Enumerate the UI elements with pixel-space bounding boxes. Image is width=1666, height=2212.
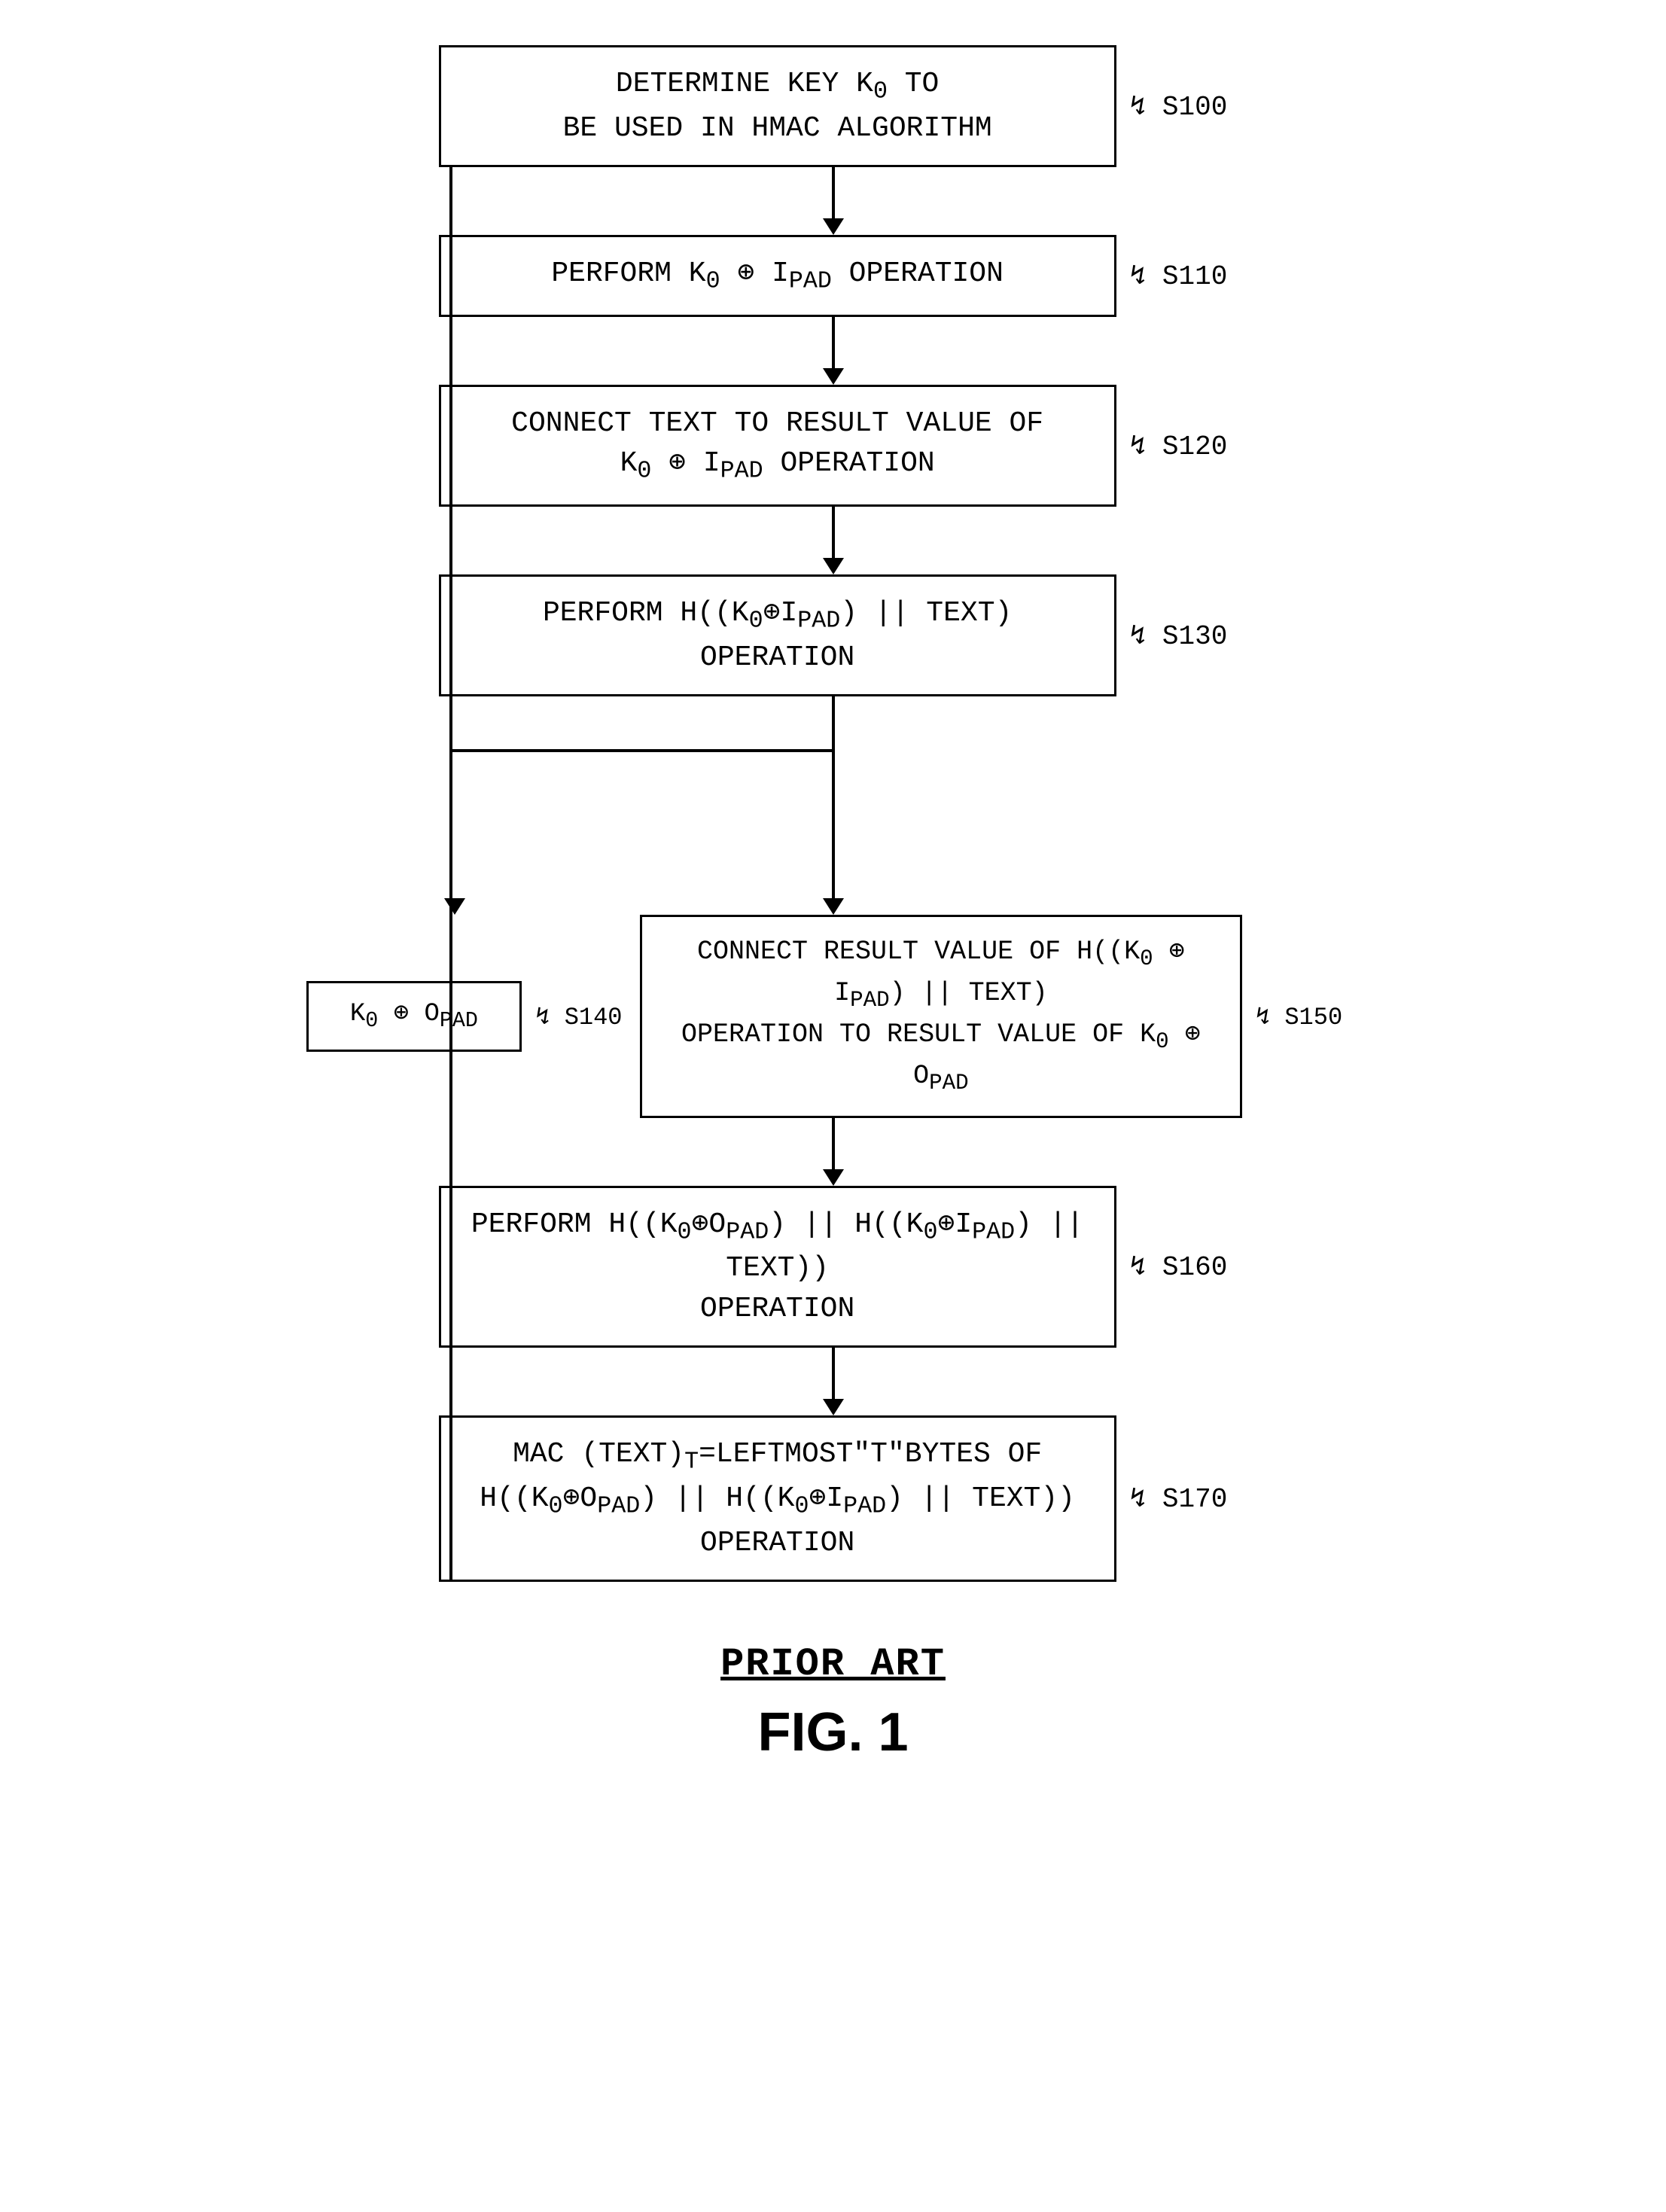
arrow-s160-s170 xyxy=(832,1348,835,1400)
s130-row: PERFORM H((K0⊕IPAD) || TEXT)OPERATION ↯ … xyxy=(306,574,1360,696)
s150-box: CONNECT RESULT VALUE OF H((K0 ⊕ IPAD) ||… xyxy=(640,915,1242,1117)
arrow-right-head xyxy=(823,898,844,915)
s170-label: ↯ S170 xyxy=(1130,1482,1228,1515)
s160-label: ↯ S160 xyxy=(1130,1251,1228,1283)
s140-label: ↯ S140 xyxy=(535,1001,622,1031)
s140-box: K0 ⊕ OPAD xyxy=(306,981,522,1051)
left-vert-to-s140 xyxy=(449,749,452,900)
caption-figure: FIG. 1 xyxy=(757,1702,908,1763)
s170-row: MAC (TEXT)T=LEFTMOST"T"BYTES OFH((K0⊕OPA… xyxy=(306,1415,1360,1582)
s140-text: K0 ⊕ OPAD xyxy=(350,1000,478,1028)
s130-text: PERFORM H((K0⊕IPAD) || TEXT)OPERATION xyxy=(543,597,1012,674)
arrow-s120-s130 xyxy=(832,507,835,559)
s110-text: PERFORM K0 ⊕ IPAD OPERATION xyxy=(551,257,1004,290)
s160-box: PERFORM H((K0⊕OPAD) || H((K0⊕IPAD) || TE… xyxy=(439,1186,1116,1348)
s150-text: CONNECT RESULT VALUE OF H((K0 ⊕ IPAD) ||… xyxy=(681,937,1201,1090)
s100-label: ↯ S100 xyxy=(1130,90,1228,123)
s100-row: DETERMINE KEY K0 TOBE USED IN HMAC ALGOR… xyxy=(306,45,1360,167)
s110-box: PERFORM K0 ⊕ IPAD OPERATION xyxy=(439,235,1116,317)
s170-box: MAC (TEXT)T=LEFTMOST"T"BYTES OFH((K0⊕OPA… xyxy=(439,1415,1116,1582)
s100-box: DETERMINE KEY K0 TOBE USED IN HMAC ALGOR… xyxy=(439,45,1116,167)
s110-label: ↯ S110 xyxy=(1130,260,1228,292)
s110-row: PERFORM K0 ⊕ IPAD OPERATION ↯ S110 xyxy=(306,235,1360,317)
s150-area: CONNECT RESULT VALUE OF H((K0 ⊕ IPAD) ||… xyxy=(623,915,1360,1117)
caption-area: PRIOR ART FIG. 1 xyxy=(720,1642,946,1763)
caption-subtitle: PRIOR ART xyxy=(720,1642,946,1686)
s130-label: ↯ S130 xyxy=(1130,620,1228,652)
s130-box: PERFORM H((K0⊕IPAD) || TEXT)OPERATION xyxy=(439,574,1116,696)
s120-label: ↯ S120 xyxy=(1130,430,1228,462)
s140-area: K0 ⊕ OPAD ↯ S140 xyxy=(306,981,623,1051)
s160-row: PERFORM H((K0⊕OPAD) || H((K0⊕IPAD) || TE… xyxy=(306,1186,1360,1348)
s120-row: CONNECT TEXT TO RESULT VALUE OFK0 ⊕ IPAD… xyxy=(306,385,1360,507)
arrow-s130-split xyxy=(832,696,835,749)
arrow-left-head xyxy=(444,898,465,915)
s120-box: CONNECT TEXT TO RESULT VALUE OFK0 ⊕ IPAD… xyxy=(439,385,1116,507)
s100-text: DETERMINE KEY K0 TOBE USED IN HMAC ALGOR… xyxy=(563,68,992,145)
arrow-s150-down xyxy=(832,1118,835,1171)
arrow-s110-s120 xyxy=(832,317,835,370)
h-line-to-left xyxy=(451,749,835,752)
s160-text: PERFORM H((K0⊕OPAD) || H((K0⊕IPAD) || TE… xyxy=(471,1208,1083,1325)
arrow-s100-s110 xyxy=(832,167,835,220)
right-vert-to-s150 xyxy=(832,749,835,900)
s120-text: CONNECT TEXT TO RESULT VALUE OFK0 ⊕ IPAD… xyxy=(511,407,1043,480)
s170-text: MAC (TEXT)T=LEFTMOST"T"BYTES OFH((K0⊕OPA… xyxy=(480,1438,1075,1559)
flowchart-diagram: DETERMINE KEY K0 TOBE USED IN HMAC ALGOR… xyxy=(306,45,1360,1763)
s150-label: ↯ S150 xyxy=(1256,1001,1342,1031)
